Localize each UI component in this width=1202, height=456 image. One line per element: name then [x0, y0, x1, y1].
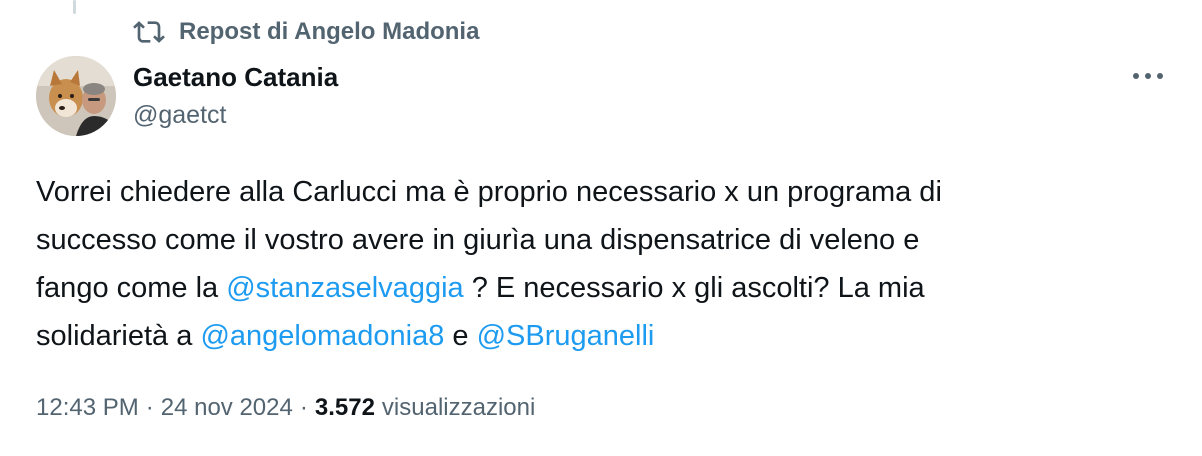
repost-icon	[133, 16, 165, 48]
tweet-text-segment: e	[444, 320, 477, 352]
tweet-text-line: solidarietà a @angelomadonia8 e @SBrugan…	[36, 312, 1166, 360]
tweet-text-segment: ? E necessario x gli ascolti? La mia	[463, 272, 925, 304]
mention-link-stanzaselvaggia[interactable]: @stanzaselvaggia	[226, 272, 463, 304]
author-block: Gaetano Catania @gaetct	[133, 60, 338, 132]
repost-indicator[interactable]: Repost di Angelo Madonia	[133, 16, 479, 48]
repost-label: Repost di Angelo Madonia	[179, 18, 480, 45]
tweet-card: Repost di Angelo Madonia Gaetano Catania…	[0, 0, 1202, 456]
tweet-metadata: 12:43 PM · 24 nov 2024 · 3.572 visualizz…	[36, 390, 535, 426]
tweet-text-segment: fango come la	[36, 272, 227, 304]
tweet-text-line: Vorrei chiedere alla Carlucci ma è propr…	[36, 176, 942, 208]
tweet-text: Vorrei chiedere alla Carlucci ma è propr…	[36, 168, 1166, 360]
tweet-text-segment: solidarietà a	[36, 320, 201, 352]
tweet-text-line: successo come il vostro avere in giurìa …	[36, 224, 920, 256]
tweet-timestamp[interactable]: 12:43 PM	[36, 394, 139, 422]
mention-link-sbruganelli[interactable]: @SBruganelli	[477, 320, 655, 352]
author-handle[interactable]: @gaetct	[133, 98, 338, 132]
mention-link-angelomadonia8[interactable]: @angelomadonia8	[200, 320, 444, 352]
avatar[interactable]	[36, 56, 116, 136]
views-label: visualizzazioni	[381, 394, 536, 421]
tweet-date[interactable]: 24 nov 2024	[161, 394, 293, 422]
more-options-button[interactable]	[1126, 60, 1170, 92]
thread-connector-line	[73, 0, 76, 14]
author-display-name[interactable]: Gaetano Catania	[133, 60, 338, 94]
more-icon	[1130, 68, 1166, 84]
meta-separator: ·	[145, 394, 154, 421]
meta-separator: ·	[299, 394, 308, 421]
tweet-text-line: fango come la @stanzaselvaggia ? E neces…	[36, 264, 1166, 312]
views-count: 3.572	[314, 394, 375, 421]
